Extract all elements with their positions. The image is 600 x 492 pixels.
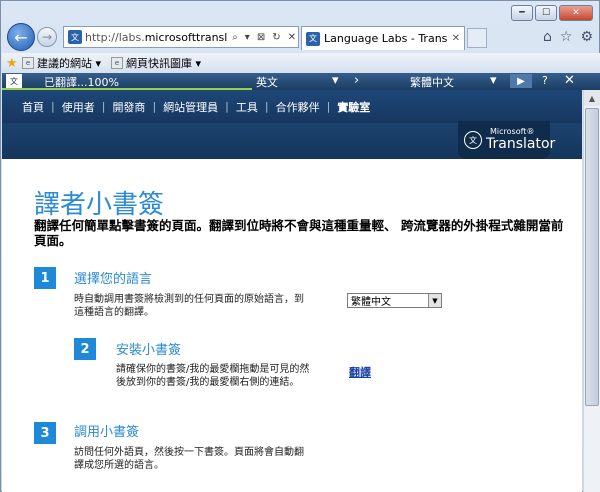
arrow-right-icon: → (41, 30, 53, 44)
dropdown-icon[interactable]: ▾ (243, 32, 252, 43)
url-domain: microsofttranslator. (144, 30, 228, 44)
page-subtitle: 翻譯任何簡單點擊書簽的頁面。翻譯到位時將不會與這種重量輕、 跨流覽器的外掛程式雜… (34, 218, 564, 248)
favorites-bar: ★ e 建議的網站 ▾ e 網頁快訊圖庫 ▾ (2, 53, 600, 73)
chevron-down-icon[interactable]: ▼ (428, 294, 441, 307)
forward-button[interactable]: → (37, 27, 57, 47)
home-icon[interactable]: ⌂ (543, 29, 552, 45)
site-nav-item[interactable]: 網站管理員 (163, 99, 218, 115)
ie-page-icon: e (111, 57, 124, 69)
arrow-left-icon: ← (14, 27, 28, 47)
header-banner: 文 Microsoft® Translator (2, 121, 582, 159)
nav-separator: | (264, 100, 269, 113)
site-nav-item[interactable]: 工具 (236, 99, 258, 115)
site-nav-item[interactable]: 實驗室 (337, 99, 370, 115)
to-language-select[interactable]: 繁體中文 (410, 74, 454, 90)
step-3-title: 調用小書簽 (74, 425, 140, 440)
site-nav-item[interactable]: 首頁 (22, 99, 44, 115)
translator-bar: 文 已翻譯...100% 英文 ▾ › 繁體中文 ▾ ▶ ? ✕ (2, 73, 600, 90)
address-url[interactable]: http://labs.microsofttranslator.... (85, 31, 227, 44)
close-window-button[interactable]: ✕ (559, 5, 593, 21)
translator-logo-icon: 文 (6, 74, 22, 88)
favorites-star-icon[interactable]: ☆ (560, 29, 573, 45)
url-prefix: http://labs. (85, 30, 145, 44)
favorite-item-suggested-sites[interactable]: e 建議的網站 ▾ (22, 55, 101, 71)
favorite-item-web-slice-gallery[interactable]: e 網頁快訊圖庫 ▾ (111, 55, 201, 71)
new-tab-button[interactable] (467, 28, 487, 48)
microsoft-translator-logo[interactable]: 文 Microsoft® Translator (458, 121, 555, 159)
nav-separator: | (225, 100, 229, 113)
window-controls: ━ ☐ ✕ (511, 5, 593, 21)
from-language-dropdown-icon[interactable]: ▾ (332, 73, 339, 88)
step-1-description: 時自動調用書簽將檢測到的任何頁面的原始語言，到這種語言的翻譯。 (74, 294, 304, 318)
nav-separator: | (51, 100, 55, 113)
nav-separator: | (101, 100, 106, 113)
from-language-select[interactable]: 英文 (256, 74, 278, 90)
stop-icon[interactable]: ✕ (286, 32, 298, 43)
step-1-title: 選擇您的語言 (74, 272, 153, 287)
translator-close-button[interactable]: ✕ (564, 73, 575, 88)
site-favicon-icon: 文 (68, 30, 82, 44)
site-nav-item[interactable]: 開發商 (112, 99, 145, 115)
nav-separator: | (152, 100, 157, 113)
gear-icon[interactable]: ⚙ (580, 29, 593, 45)
browser-tab[interactable]: 文 Language Labs - Translat... ✕ (301, 26, 465, 50)
vertical-scrollbar[interactable]: ▲ (583, 90, 600, 492)
back-button[interactable]: ← (7, 23, 35, 51)
tab-close-icon[interactable]: ✕ (452, 33, 460, 44)
translate-play-button[interactable]: ▶ (510, 74, 532, 88)
translate-bookmarklet-link[interactable]: 翻譯 (349, 364, 371, 380)
ie-page-icon: e (22, 57, 34, 69)
tab-title: Language Labs - Translat... (324, 32, 448, 45)
step-3-description: 訪問任何外語頁，然後按一下書簽。頁面將會自動翻譯成您所選的語言。 (74, 447, 304, 471)
page-title: 譯者小書簽 (34, 190, 165, 220)
scroll-up-icon[interactable]: ▲ (584, 90, 600, 106)
site-navigation: 首頁 | 使用者 | 開發商 | 網站管理員 | 工具 | 合作夥伴 | 實驗室 (2, 90, 582, 123)
tab-favicon-icon: 文 (306, 31, 320, 46)
maximize-button[interactable]: ☐ (535, 5, 557, 21)
logo-product: Translator (486, 136, 556, 152)
favorite-label: 網頁快訊圖庫 ▾ (126, 57, 202, 70)
browser-window: ━ ☐ ✕ ← → 文 http://labs.microsofttransla… (0, 0, 600, 492)
address-bar[interactable]: 文 http://labs.microsofttranslator.... ⌕ … (63, 26, 299, 48)
search-icon[interactable]: ⌕ (230, 32, 240, 43)
help-button[interactable]: ? (542, 74, 548, 87)
refresh-icon[interactable]: ↻ (270, 32, 282, 43)
navigation-row: ← → 文 http://labs.microsofttranslator...… (5, 23, 597, 53)
scrollbar-thumb[interactable] (585, 108, 599, 406)
step-2-title: 安裝小書簽 (116, 343, 182, 358)
to-language-dropdown-icon[interactable]: ▾ (490, 73, 497, 88)
nav-separator: | (326, 100, 331, 113)
step-2-description: 請確保你的書簽/我的最愛欄拖動是可見的然後放到你的書簽/我的最愛欄右側的連結。 (116, 364, 310, 388)
minimize-button[interactable]: ━ (511, 5, 533, 21)
compatibility-icon[interactable]: ⊠ (255, 32, 267, 43)
swap-direction-icon[interactable]: › (354, 73, 359, 88)
page-content: 首頁 | 使用者 | 開發商 | 網站管理員 | 工具 | 合作夥伴 | 實驗室 文 Microsoft… (2, 90, 582, 492)
language-select[interactable]: 繁體中文 ▼ (347, 293, 442, 308)
favorites-star-icon[interactable]: ★ (6, 56, 18, 71)
site-nav-item[interactable]: 使用者 (62, 99, 95, 115)
favorite-label: 建議的網站 ▾ (37, 57, 102, 70)
language-select-value: 繁體中文 (351, 297, 391, 308)
step-1-number: 1 (34, 267, 56, 289)
browser-tools: ⌂ ☆ ⚙ (543, 29, 593, 45)
step-3-number: 3 (34, 422, 56, 444)
step-2-number: 2 (74, 338, 96, 360)
play-icon: ▶ (517, 75, 525, 87)
site-nav-item[interactable]: 合作夥伴 (276, 99, 320, 115)
logo-brand: Microsoft® (490, 127, 535, 136)
translator-badge-icon: 文 (464, 131, 482, 149)
